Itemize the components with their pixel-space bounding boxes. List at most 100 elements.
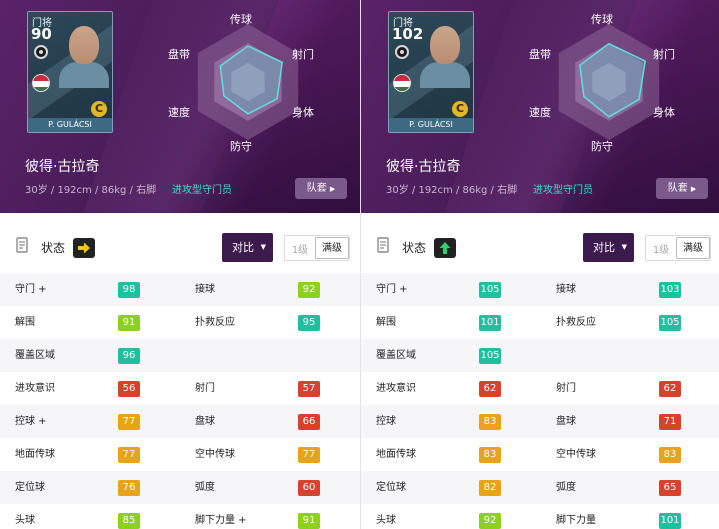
stat-value: 98 [118,282,140,298]
playing-style[interactable]: 进攻型守门员 [172,181,232,196]
level-1-button[interactable]: 1级 [285,241,315,256]
stat-value: 91 [298,513,320,529]
stat-row: 覆盖区域 105 [361,339,719,372]
stat-name: 盘球 [556,416,576,427]
condition-badge[interactable] [73,238,95,258]
radar-label-passing: 传球 [591,13,613,26]
compare-button[interactable]: 对比 ▼ [222,233,273,262]
right-arrow-icon [78,242,90,254]
radar-label-defending: 防守 [591,140,613,153]
card-overall-rating: 102 [392,25,424,43]
hungary-flag-icon [32,74,50,92]
playing-style[interactable]: 进攻型守门员 [533,181,593,196]
level-max-button[interactable]: 满级 [676,237,710,259]
stat-name: 覆盖区域 [376,350,416,361]
stat-name: 守门 + [376,284,408,295]
comparison-root: 门将 90 C P. GULÁCSI 传球 射门 身体 防守 速度 盘带 彼得·… [0,0,719,529]
radar-label-shooting: 射门 [653,48,675,61]
stat-row: 头球 92 脚下力量 101 [361,504,719,529]
radar-label-speed: 速度 [168,106,190,119]
stat-name: 进攻意识 [15,383,55,394]
radar-label-passing: 传球 [230,13,252,26]
stat-value: 56 [118,381,140,397]
condition-label: 状态 [41,241,66,255]
stat-row: 地面传球 83 空中传球 83 [361,438,719,471]
stat-value: 101 [659,513,681,529]
player-panel-left: 门将 90 C P. GULÁCSI 传球 射门 身体 防守 速度 盘带 彼得·… [0,0,360,529]
compare-button[interactable]: 对比 ▼ [583,233,634,262]
stat-value: 62 [479,381,501,397]
level-1-button[interactable]: 1级 [646,241,676,256]
stat-value: 76 [118,480,140,496]
player-info: 30岁 / 192cm / 86kg / 右脚 [25,185,157,196]
condition-icon [16,237,28,253]
squad-button[interactable]: 队套 ▶ [656,178,708,199]
stat-name: 脚下力量 + [195,515,247,526]
stat-value: 105 [479,282,501,298]
stat-name: 射门 [556,383,576,394]
player-header: 门将 90 C P. GULÁCSI 传球 射门 身体 防守 速度 盘带 彼得·… [0,0,360,213]
player-card[interactable]: 门将 90 C P. GULÁCSI [27,11,113,133]
stat-name: 进攻意识 [376,383,416,394]
condition-badge[interactable] [434,238,456,258]
stat-row: 地面传球 77 空中传球 77 [0,438,360,471]
chevron-down-icon: ▼ [621,243,627,251]
stats-table: 守门 + 105 接球 103 解围 101 扑救反应 105 覆盖区域 105 进攻意识 62 射门 6… [361,273,719,529]
chevron-down-icon: ▼ [260,243,266,251]
club-emblem-icon [395,45,409,59]
up-arrow-icon [439,242,451,254]
stat-value: 65 [659,480,681,496]
radar-chart [558,24,660,140]
stat-row: 头球 85 脚下力量 + 91 [0,504,360,529]
stat-name: 解围 [376,317,396,328]
stat-value: 92 [298,282,320,298]
compare-button-label: 对比 [232,241,254,254]
stat-value: 66 [298,414,320,430]
stat-row: 进攻意识 56 射门 57 [0,372,360,405]
stat-name: 接球 [195,284,215,295]
ability-radar: 传球 射门 身体 防守 速度 盘带 [156,8,340,158]
club-emblem-icon [34,45,48,59]
card-overall-rating: 90 [31,25,52,43]
stat-name: 弧度 [556,482,576,493]
chevron-right-icon: ▶ [329,185,336,193]
card-player-name: P. GULÁCSI [28,118,112,132]
stat-value: 77 [298,447,320,463]
card-player-name: P. GULÁCSI [389,118,473,132]
condition-label: 状态 [402,241,427,255]
radar-chart [197,24,299,140]
stat-value: 77 [118,447,140,463]
stat-name: 定位球 [15,482,45,493]
stat-value: 60 [298,480,320,496]
player-photo [59,24,109,88]
player-name: 彼得·古拉奇 [386,159,461,175]
stat-name: 扑救反应 [556,317,596,328]
stat-value: 92 [479,513,501,529]
radar-label-dribbling: 盘带 [168,48,190,61]
stat-row: 定位球 76 弧度 60 [0,471,360,504]
stat-value: 105 [659,315,681,331]
stat-name: 守门 + [15,284,47,295]
stat-row: 覆盖区域 96 [0,339,360,372]
stat-row: 守门 + 105 接球 103 [361,273,719,306]
condition-icon [377,237,389,253]
stat-name: 控球 [376,416,396,427]
stat-value: 83 [659,447,681,463]
player-info: 30岁 / 192cm / 86kg / 右脚 [386,185,518,196]
stat-name: 接球 [556,284,576,295]
stat-name: 地面传球 [15,449,55,460]
stat-name: 头球 [376,515,396,526]
stat-row: 控球 83 盘球 71 [361,405,719,438]
stat-name: 覆盖区域 [15,350,55,361]
level-toggle: 1级 满级 [284,235,350,261]
squad-button[interactable]: 队套 ▶ [295,178,347,199]
player-card[interactable]: 门将 102 C P. GULÁCSI [388,11,474,133]
stat-value: 83 [479,414,501,430]
player-header: 门将 102 C P. GULÁCSI 传球 射门 身体 防守 速度 盘带 彼得… [361,0,719,213]
stat-name: 地面传球 [376,449,416,460]
stat-name: 定位球 [376,482,406,493]
level-max-button[interactable]: 满级 [315,237,349,259]
level-toggle: 1级 满级 [645,235,711,261]
stat-name: 射门 [195,383,215,394]
stat-value: 71 [659,414,681,430]
